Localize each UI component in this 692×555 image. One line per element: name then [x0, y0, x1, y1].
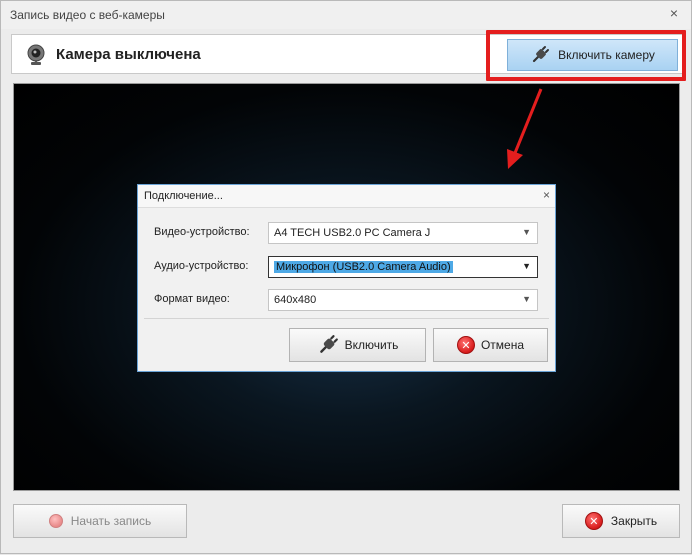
video-format-row: Формат видео: 640x480 ▼ [144, 289, 549, 311]
video-format-label: Формат видео: [154, 293, 230, 305]
audio-device-value: Микрофон (USB2.0 Camera Audio) [274, 261, 453, 273]
record-icon [48, 514, 63, 528]
dialog-divider [144, 318, 549, 319]
dialog-enable-label: Включить [344, 338, 399, 352]
video-format-select[interactable]: 640x480 ▼ [268, 289, 538, 311]
chevron-down-icon: ▼ [522, 227, 531, 237]
close-button[interactable]: ✕ Закрыть [562, 504, 680, 538]
dialog-cancel-label: Отмена [480, 338, 525, 352]
audio-device-label: Аудио-устройство: [154, 260, 249, 272]
camera-status-text: Камера выключена [56, 46, 201, 63]
close-label: Закрыть [610, 514, 658, 528]
video-device-value: A4 TECH USB2.0 PC Camera J [274, 227, 431, 239]
audio-device-row: Аудио-устройство: Микрофон (USB2.0 Camer… [144, 256, 549, 278]
cancel-icon: ✕ [456, 336, 475, 354]
video-format-value: 640x480 [274, 294, 317, 306]
start-recording-label: Начать запись [70, 514, 152, 528]
dialog-titlebar: Подключение... × [138, 185, 555, 208]
dialog-close-icon[interactable]: × [543, 188, 550, 202]
video-device-row: Видео-устройство: A4 TECH USB2.0 PC Came… [144, 222, 549, 244]
dialog-enable-button[interactable]: Включить [289, 328, 426, 362]
audio-device-select[interactable]: Микрофон (USB2.0 Camera Audio) ▼ [268, 256, 538, 278]
webcam-recording-window: Запись видео с веб-камеры × Камера выклю… [0, 0, 692, 554]
video-device-select[interactable]: A4 TECH USB2.0 PC Camera J ▼ [268, 222, 538, 244]
webcam-icon [27, 44, 45, 65]
dialog-cancel-button[interactable]: ✕ Отмена [433, 328, 548, 362]
window-title: Запись видео с веб-камеры [10, 8, 165, 22]
highlight-frame [486, 30, 686, 81]
close-icon: ✕ [584, 512, 603, 530]
window-close-icon[interactable]: × [665, 4, 683, 22]
plug-icon [319, 335, 338, 353]
chevron-down-icon: ▼ [522, 294, 531, 304]
dialog-title: Подключение... [144, 190, 223, 202]
connection-dialog: Подключение... × Видео-устройство: A4 TE… [137, 184, 556, 372]
dialog-fields: Видео-устройство: A4 TECH USB2.0 PC Came… [144, 212, 549, 316]
start-recording-button[interactable]: Начать запись [13, 504, 187, 538]
video-device-label: Видео-устройство: [154, 226, 250, 238]
window-titlebar: Запись видео с веб-камеры × [1, 1, 691, 29]
chevron-down-icon: ▼ [522, 261, 531, 271]
